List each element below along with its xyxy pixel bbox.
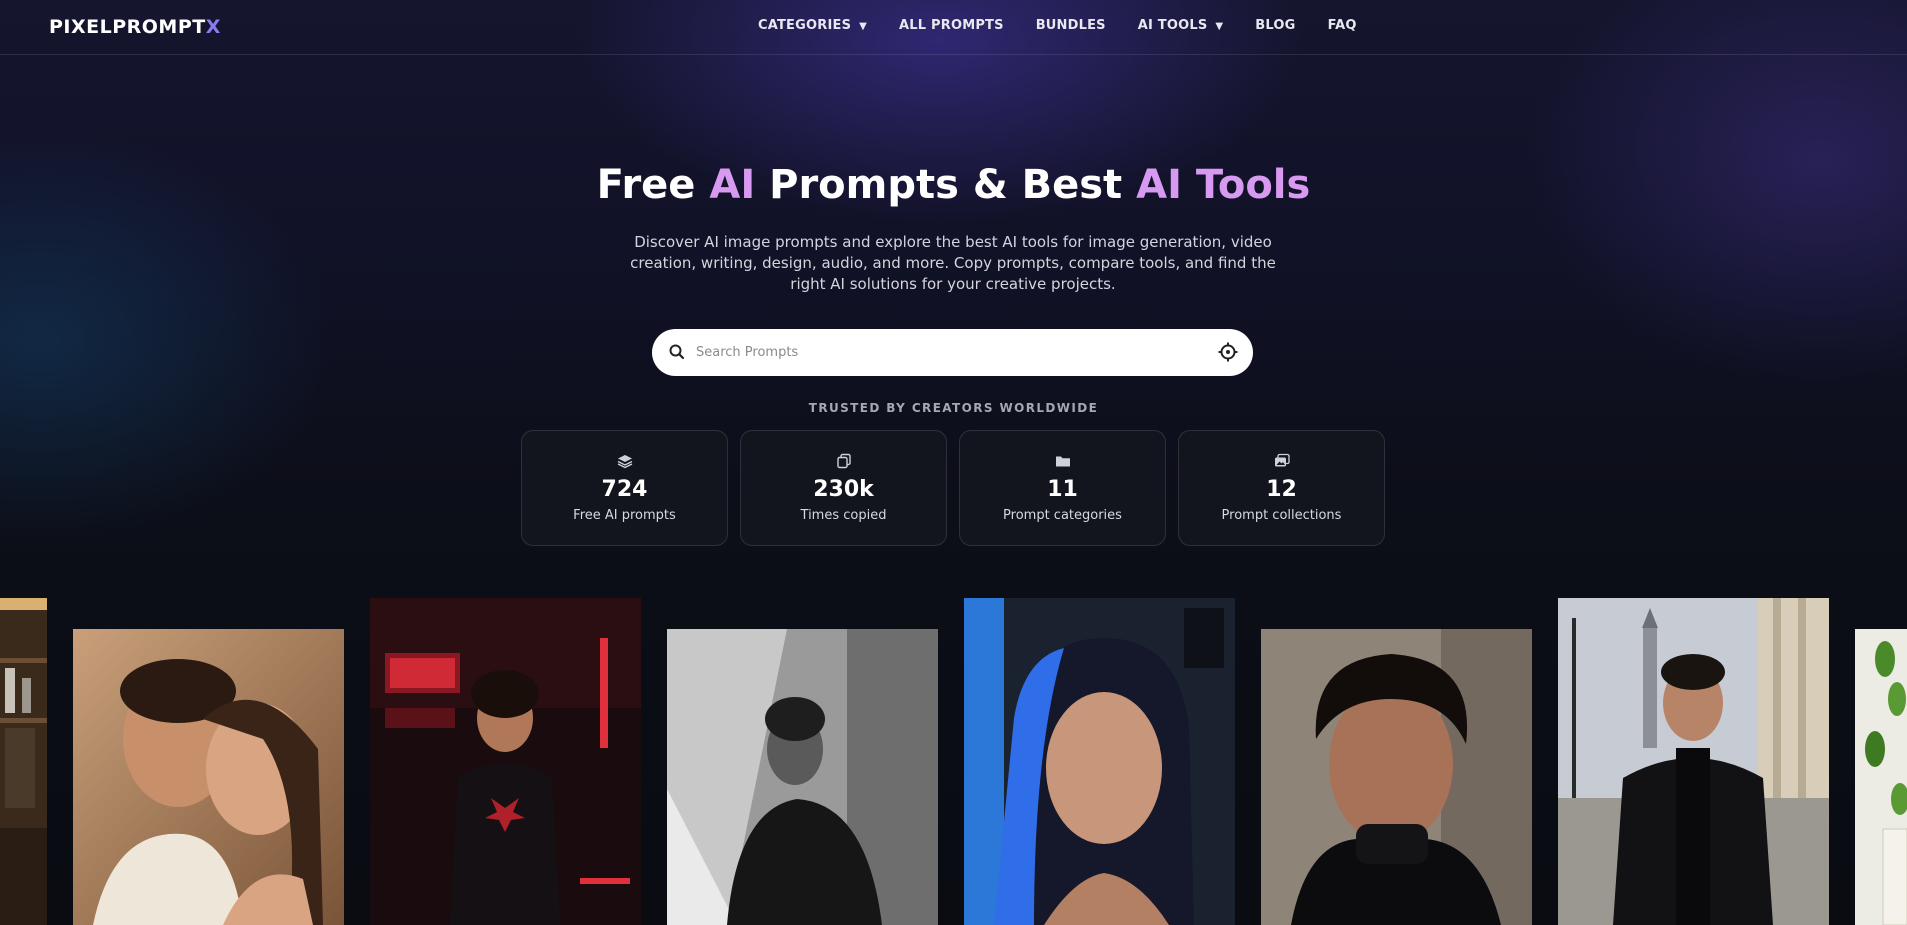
crosshair-icon[interactable] bbox=[1217, 341, 1239, 363]
images-icon bbox=[1274, 453, 1290, 467]
gallery-card-blue-woman[interactable] bbox=[964, 598, 1235, 925]
nav-bundles[interactable]: BUNDLES bbox=[1036, 18, 1106, 33]
search-bar bbox=[652, 329, 1253, 376]
layers-icon bbox=[617, 455, 632, 469]
site-header: PIXELPROMPTX CATEGORIES ▼ ALL PROMPTS BU… bbox=[0, 0, 1907, 55]
stat-label: Prompt categories bbox=[1003, 508, 1122, 523]
gallery-card-turtleneck[interactable] bbox=[1261, 629, 1532, 925]
search-icon bbox=[669, 344, 685, 360]
stats-row: 724 Free AI prompts 230k Times copied 11… bbox=[521, 430, 1385, 546]
nav-ai-tools[interactable]: AI TOOLS ▼ bbox=[1138, 18, 1224, 33]
stat-card-prompts: 724 Free AI prompts bbox=[521, 430, 728, 546]
gallery-card-monochrome[interactable] bbox=[667, 629, 938, 925]
stat-value: 724 bbox=[601, 477, 648, 502]
coat-man-street-portrait-image bbox=[1558, 598, 1829, 925]
gallery-card-shelf[interactable] bbox=[0, 598, 47, 925]
nav-ai-tools-label: AI TOOLS bbox=[1137, 18, 1208, 33]
nav-faq-label: FAQ bbox=[1327, 18, 1357, 33]
site-logo[interactable]: PIXELPROMPTX bbox=[49, 16, 221, 38]
main-nav: CATEGORIES ▼ ALL PROMPTS BUNDLES AI TOOL… bbox=[758, 18, 1357, 33]
nav-blog[interactable]: BLOG bbox=[1255, 18, 1295, 33]
gallery-card-leaves[interactable] bbox=[1855, 629, 1907, 925]
stat-value: 11 bbox=[1047, 477, 1078, 502]
folder-icon bbox=[1055, 456, 1070, 467]
spider-hoodie-portrait-image bbox=[370, 598, 641, 925]
trusted-label: TRUSTED BY CREATORS WORLDWIDE bbox=[808, 401, 1099, 415]
chevron-down-icon: ▼ bbox=[1215, 21, 1224, 32]
turtleneck-man-portrait-image bbox=[1261, 629, 1532, 925]
stat-card-copies: 230k Times copied bbox=[740, 430, 947, 546]
nav-all-prompts-label: ALL PROMPTS bbox=[899, 18, 1004, 33]
stat-label: Free AI prompts bbox=[573, 508, 676, 523]
hero-description: Discover AI image prompts and explore th… bbox=[630, 233, 1276, 293]
nav-blog-label: BLOG bbox=[1255, 18, 1296, 33]
copy-icon bbox=[836, 453, 851, 469]
blue-lit-woman-portrait-image bbox=[964, 598, 1235, 925]
stat-value: 12 bbox=[1266, 477, 1297, 502]
gallery-card-coat-man[interactable] bbox=[1558, 598, 1829, 925]
couple-portrait-image bbox=[73, 629, 344, 925]
nav-all-prompts[interactable]: ALL PROMPTS bbox=[899, 18, 1004, 33]
shelf-photo-image bbox=[0, 598, 47, 925]
nav-categories-label: CATEGORIES bbox=[758, 18, 852, 33]
prompt-gallery bbox=[0, 598, 1907, 925]
stat-card-collections: 12 Prompt collections bbox=[1178, 430, 1385, 546]
stat-card-categories: 11 Prompt categories bbox=[959, 430, 1166, 546]
gallery-card-couple[interactable] bbox=[73, 629, 344, 925]
stat-value: 230k bbox=[813, 477, 874, 502]
gallery-card-spider[interactable] bbox=[370, 598, 641, 925]
leaves-photo-image bbox=[1855, 629, 1907, 925]
monochrome-portrait-image bbox=[667, 629, 938, 925]
nav-faq[interactable]: FAQ bbox=[1328, 18, 1357, 33]
stat-label: Prompt collections bbox=[1221, 508, 1342, 523]
chevron-down-icon: ▼ bbox=[859, 21, 868, 32]
hero-title: Free AI Prompts & Best AI Tools bbox=[596, 162, 1311, 208]
search-input[interactable] bbox=[696, 339, 1176, 366]
stat-label: Times copied bbox=[800, 508, 887, 523]
nav-bundles-label: BUNDLES bbox=[1035, 18, 1106, 33]
nav-categories[interactable]: CATEGORIES ▼ bbox=[758, 18, 867, 33]
